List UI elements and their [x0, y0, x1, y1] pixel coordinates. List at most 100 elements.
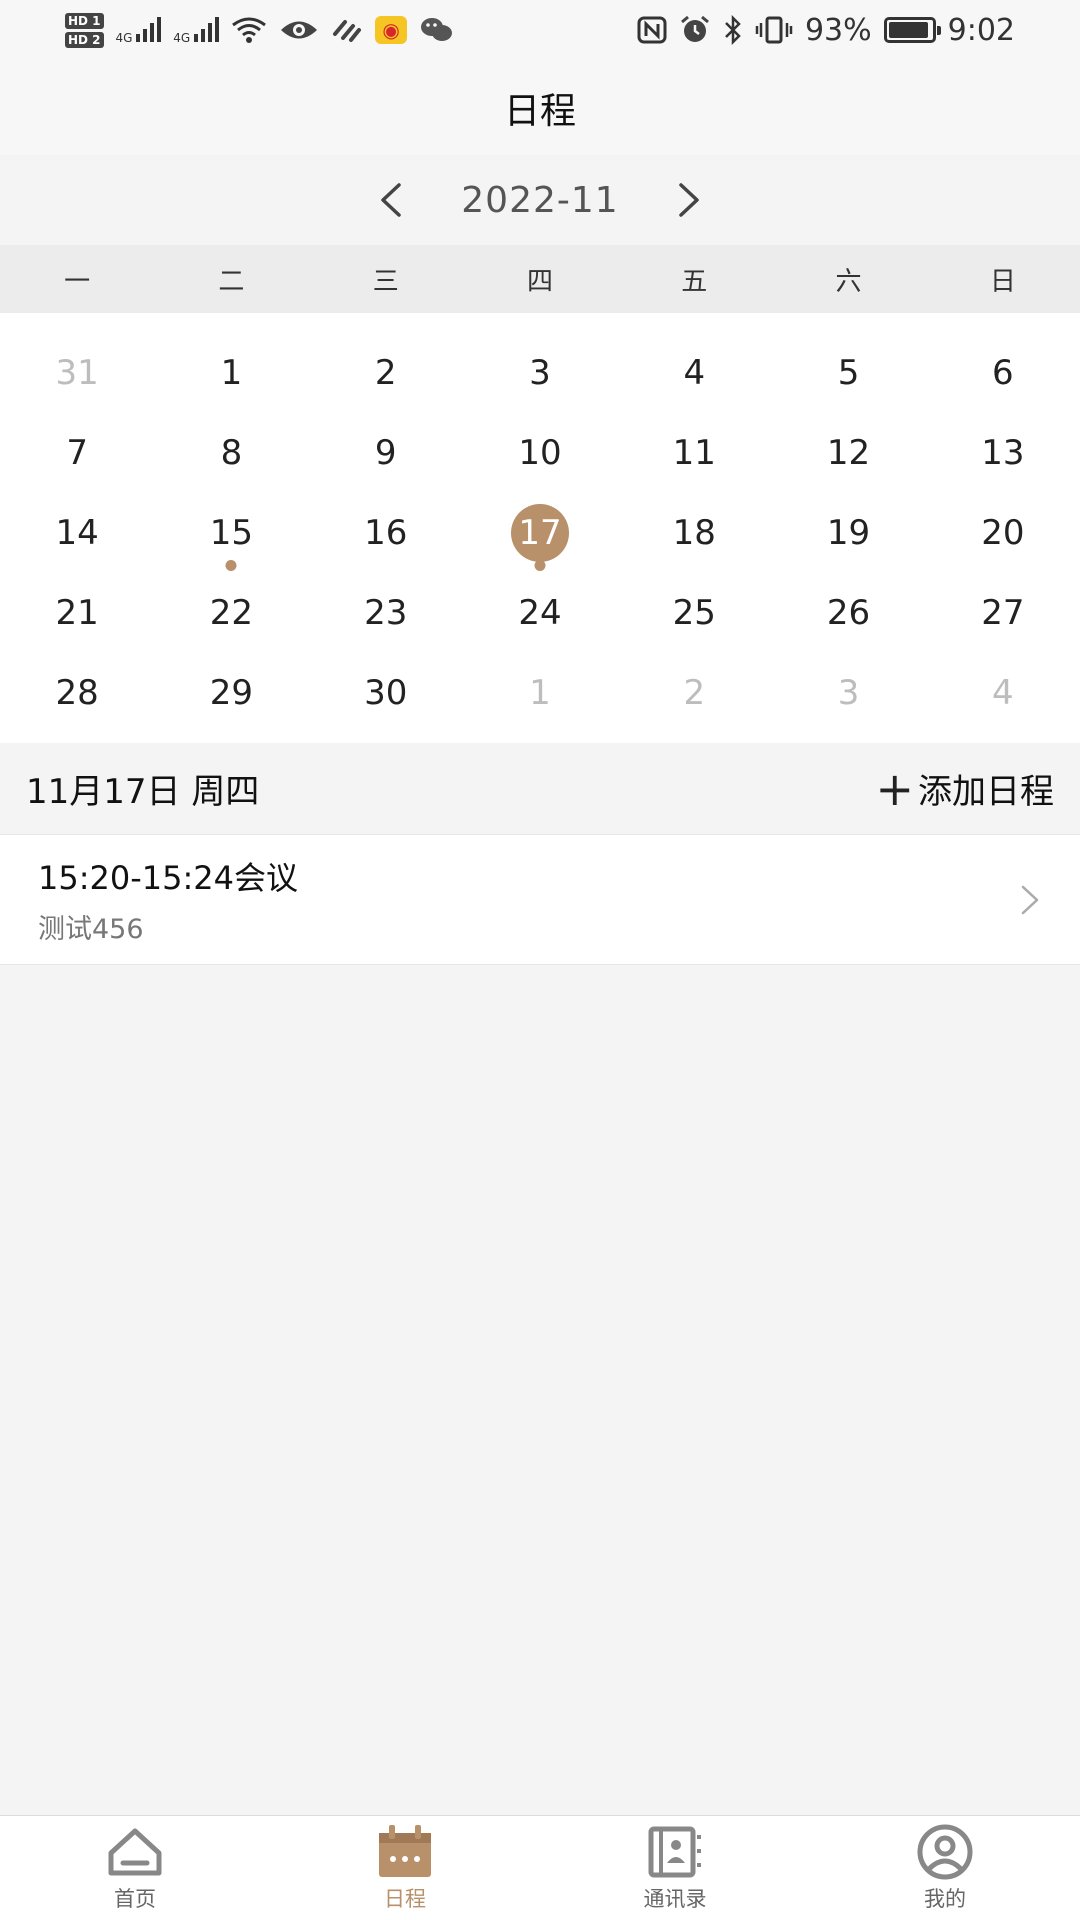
nav-item-contacts[interactable]: 通讯录 [540, 1816, 810, 1920]
calendar-day[interactable]: 2 [309, 333, 463, 413]
calendar-day[interactable]: 15 [154, 493, 308, 573]
weekday-label: 五 [681, 266, 708, 297]
calendar-week-row: 7 8 9 10 11 12 13 [0, 413, 1080, 493]
vibrate-icon [755, 16, 793, 44]
bluetooth-icon [725, 15, 741, 45]
calendar-day[interactable]: 5 [771, 333, 925, 413]
event-list-item[interactable]: 15:20-15:24会议 测试456 [0, 835, 1080, 965]
calendar-day[interactable]: 21 [0, 573, 154, 653]
signal-bars-2-icon [194, 16, 220, 42]
calendar-day-number: 13 [981, 433, 1025, 473]
nav-item-profile[interactable]: 我的 [810, 1816, 1080, 1920]
month-navigation: 2022-11 [0, 155, 1080, 245]
calendar-day-number: 27 [981, 593, 1025, 633]
event-indicator-dot [225, 560, 237, 571]
hd2-badge: HD 2 [65, 31, 104, 48]
calendar-day-number: 24 [518, 593, 562, 633]
calendar-day-number: 3 [529, 353, 551, 393]
weekday-label: 六 [835, 266, 862, 297]
plus-icon: + [875, 761, 914, 816]
calendar-day-number: 10 [518, 433, 562, 473]
calendar-day[interactable]: 4 [926, 653, 1080, 733]
nav-label-contacts: 通讯录 [643, 1887, 707, 1911]
calendar-day-number: 1 [220, 353, 243, 393]
calendar-day[interactable]: 8 [154, 413, 308, 493]
calendar-day[interactable]: 29 [154, 653, 308, 733]
month-label: 2022-11 [461, 179, 619, 221]
calendar-day[interactable]: 3 [463, 333, 617, 413]
calendar-day-number: 6 [992, 353, 1014, 393]
calendar-week-row: 31 1 2 3 4 5 6 [0, 333, 1080, 413]
calendar-day[interactable]: 14 [0, 493, 154, 573]
calendar-day-number: 16 [364, 513, 408, 553]
alarm-icon [680, 15, 709, 42]
event-subtitle: 测试456 [38, 914, 144, 945]
calendar-day[interactable]: 6 [926, 333, 1080, 413]
calendar-day-number: 20 [981, 513, 1025, 553]
signal-1: 4G [116, 16, 162, 45]
selected-date-bar: 11月17日 周四 + 添加日程 [0, 743, 1080, 835]
calendar-day-number: 4 [992, 673, 1014, 713]
calendar-icon [379, 1825, 431, 1877]
calendar-day[interactable]: 18 [617, 493, 771, 573]
calendar-day[interactable]: 13 [926, 413, 1080, 493]
calendar-day-number: 26 [826, 593, 871, 633]
calendar-day-number: 7 [66, 433, 88, 473]
chevron-right-icon [1021, 885, 1039, 914]
calendar-day[interactable]: 24 [463, 573, 617, 653]
nfc-icon [637, 16, 667, 44]
calendar-grid: 31 1 2 3 4 5 6 7 8 9 10 11 12 13 14 15 16 17 18 19 20 21 22 23 2… [0, 313, 1080, 743]
calendar-day-number: 14 [55, 513, 99, 553]
calendar-day[interactable]: 1 [154, 333, 308, 413]
calendar-day[interactable]: 16 [309, 493, 463, 573]
nav-item-schedule[interactable]: 日程 [270, 1816, 540, 1920]
calendar-day-number: 3 [837, 673, 860, 713]
calendar-day[interactable]: 19 [771, 493, 925, 573]
signal-2: 4G [173, 16, 220, 45]
network-type-1: 4G [115, 30, 133, 45]
calendar-day[interactable]: 3 [771, 653, 925, 733]
calendar-day-number: 9 [374, 433, 397, 473]
calendar-day-number: 2 [683, 673, 706, 713]
contacts-icon [648, 1826, 701, 1878]
calendar-day-number: 23 [364, 593, 408, 633]
calendar-day-number: 11 [672, 433, 716, 473]
calendar-day-number: 4 [683, 353, 706, 393]
next-month-button[interactable] [659, 170, 719, 230]
calendar-day[interactable]: 12 [771, 413, 925, 493]
calendar-week-row: 21 22 23 24 25 26 27 [0, 573, 1080, 653]
calendar-day-selected[interactable]: 17 [463, 493, 617, 573]
link-icon [333, 20, 362, 42]
battery-fill [888, 22, 928, 38]
calendar-day[interactable]: 28 [0, 653, 154, 733]
hd-indicators: HD 1 HD 2 [65, 12, 104, 48]
calendar-day-number: 12 [826, 433, 871, 473]
prev-month-button[interactable] [361, 170, 421, 230]
calendar-day[interactable]: 25 [617, 573, 771, 653]
calendar-day[interactable]: 22 [154, 573, 308, 653]
status-left: HD 1 HD 2 4G 4G ◉ [65, 12, 453, 48]
calendar-day[interactable]: 31 [0, 333, 154, 413]
calendar-day[interactable]: 1 [463, 653, 617, 733]
calendar-day[interactable]: 11 [617, 413, 771, 493]
calendar-day-number: 31 [55, 353, 99, 393]
weekday-label: 一 [64, 266, 91, 297]
weekday-label: 二 [218, 266, 245, 297]
nav-label-schedule: 日程 [384, 1887, 426, 1911]
calendar-day[interactable]: 30 [309, 653, 463, 733]
calendar-day[interactable]: 26 [771, 573, 925, 653]
calendar-day-number: 28 [55, 673, 99, 713]
wifi-icon [232, 17, 266, 43]
add-schedule-label: 添加日程 [918, 772, 1054, 812]
add-schedule-button[interactable]: + 添加日程 [875, 764, 1054, 813]
calendar-day[interactable]: 4 [617, 333, 771, 413]
nav-item-home[interactable]: 首页 [0, 1816, 270, 1920]
calendar-day[interactable]: 10 [463, 413, 617, 493]
calendar-day[interactable]: 27 [926, 573, 1080, 653]
calendar-day[interactable]: 7 [0, 413, 154, 493]
calendar-day[interactable]: 2 [617, 653, 771, 733]
wechat-icon [421, 18, 453, 41]
calendar-day[interactable]: 20 [926, 493, 1080, 573]
calendar-day[interactable]: 9 [309, 413, 463, 493]
calendar-day[interactable]: 23 [309, 573, 463, 653]
